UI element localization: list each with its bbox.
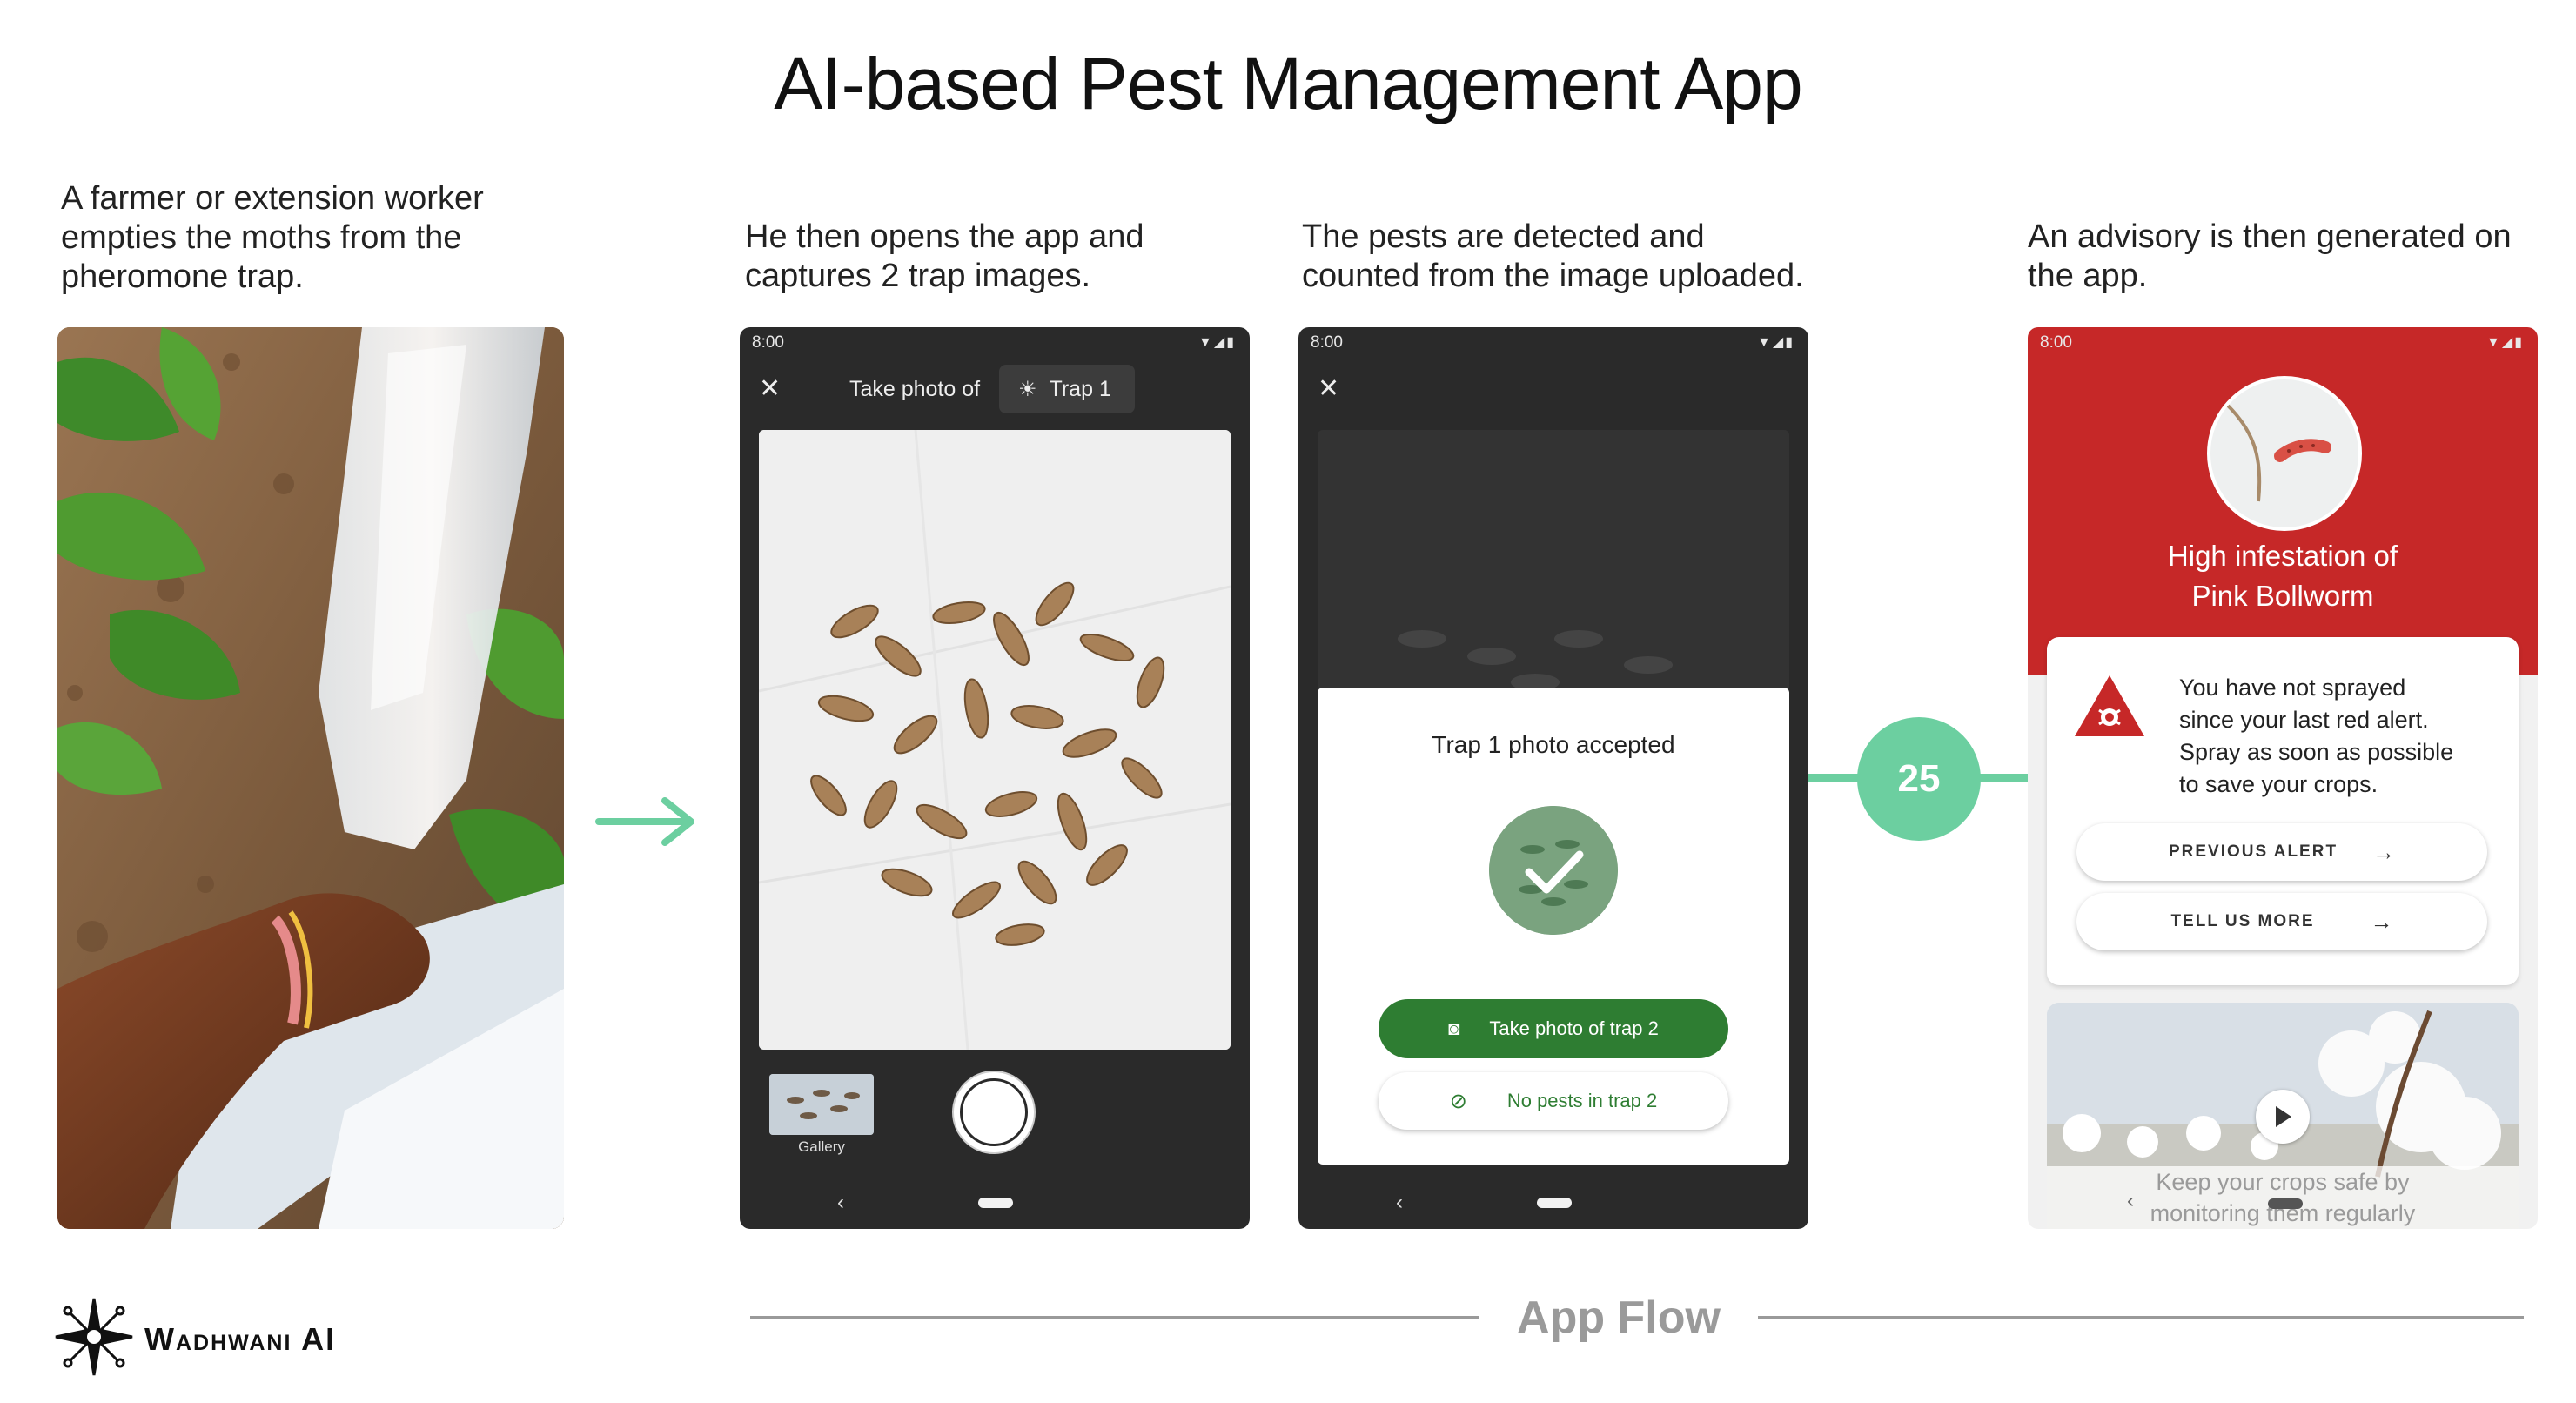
video-caption: Keep your crops safe by monitoring them … xyxy=(2047,1166,2519,1229)
close-icon[interactable]: ✕ xyxy=(759,376,785,402)
no-bug-icon: ⊘ xyxy=(1449,1089,1467,1113)
signal-battery-icon: ▼◢▮ xyxy=(1757,335,1794,350)
accepted-check-icon xyxy=(1489,806,1618,935)
phone-advisory-screen: 8:00 ▼◢▮ High infestation of Pink Bollwo… xyxy=(2028,327,2538,1229)
back-nav-icon[interactable]: ‹ xyxy=(837,1191,844,1215)
gallery-label: Gallery xyxy=(798,1138,845,1155)
home-pill[interactable] xyxy=(978,1198,1013,1208)
brand-name: Wadhwani AI xyxy=(144,1321,337,1357)
trap-selector-chip[interactable]: ☀ Trap 1 xyxy=(999,365,1135,413)
take-photo-trap2-button[interactable]: ◙ Take photo of trap 2 xyxy=(1379,999,1728,1058)
play-icon[interactable] xyxy=(2256,1090,2310,1144)
page-title: AI-based Pest Management App xyxy=(774,43,1802,124)
bug-icon: ☀ xyxy=(1018,377,1037,401)
status-bar: 8:00 ▼◢▮ xyxy=(1311,333,1794,352)
alert-card: You have not sprayed since your last red… xyxy=(2047,637,2519,985)
farmer-trap-photo xyxy=(57,327,564,1229)
arrow-right-icon: → xyxy=(2370,908,2393,935)
step3-caption: The pests are detected and counted from … xyxy=(1302,218,1804,294)
gallery-thumbnail[interactable] xyxy=(769,1074,874,1135)
step2-caption: He then opens the app and captures 2 tra… xyxy=(745,218,1144,294)
home-pill[interactable] xyxy=(1537,1198,1572,1208)
dimmed-photo-preview xyxy=(1318,430,1789,691)
previous-alert-button[interactable]: PREVIOUS ALERT → xyxy=(2076,823,2487,881)
alert-message: You have not sprayed since your last red… xyxy=(2179,675,2454,797)
video-card[interactable]: Keep your crops safe by monitoring them … xyxy=(2047,1003,2519,1229)
warning-bug-icon xyxy=(2073,674,2146,738)
tell-us-more-button[interactable]: TELL US MORE → xyxy=(2076,893,2487,950)
signal-battery-icon: ▼◢▮ xyxy=(2486,335,2524,350)
back-nav-icon[interactable]: ‹ xyxy=(2127,1189,2134,1213)
pest-count-badge: 25 xyxy=(1857,717,1981,841)
signal-battery-icon: ▼◢▮ xyxy=(1198,335,1236,350)
infestation-title: High infestation of Pink Bollworm xyxy=(2167,540,2398,612)
phone-camera-screen: 8:00 ▼◢▮ ✕ Take photo of ☀ Trap 1 Galler… xyxy=(740,327,1250,1229)
app-flow-label: App Flow xyxy=(1517,1292,1721,1343)
wadhwani-logo-icon xyxy=(52,1295,136,1379)
step1-caption: A farmer or extension worker empties the… xyxy=(61,180,484,295)
close-icon[interactable]: ✕ xyxy=(1318,376,1344,402)
system-nav-bar: ‹ xyxy=(740,1177,1250,1229)
camera-viewfinder xyxy=(759,430,1231,1050)
flow-arrow-icon xyxy=(595,797,700,846)
system-nav-bar: ‹ xyxy=(1298,1177,1808,1229)
status-bar: 8:00 ▼◢▮ xyxy=(2040,333,2524,352)
back-nav-icon[interactable]: ‹ xyxy=(1396,1191,1403,1215)
no-pests-trap2-button[interactable]: ⊘ No pests in trap 2 xyxy=(1379,1072,1728,1130)
footer-divider-right xyxy=(1758,1316,2524,1319)
camera-icon: ◙ xyxy=(1448,1017,1460,1039)
dialog-title: Trap 1 photo accepted xyxy=(1432,731,1675,758)
phone-accepted-screen: 8:00 ▼◢▮ ✕ Trap 1 photo accepted ◙ Take … xyxy=(1298,327,1808,1229)
accepted-dialog: Trap 1 photo accepted ◙ Take photo of tr… xyxy=(1318,688,1789,1165)
footer-divider-left xyxy=(750,1316,1479,1319)
shutter-button[interactable] xyxy=(954,1072,1034,1152)
step4-caption: An advisory is then generated on the app… xyxy=(2028,218,2512,294)
pest-photo-avatar xyxy=(2207,376,2362,531)
status-bar: 8:00 ▼◢▮ xyxy=(752,333,1236,352)
arrow-right-icon: → xyxy=(2372,838,2396,865)
take-photo-prompt: Take photo of xyxy=(849,377,981,401)
home-pill[interactable] xyxy=(2268,1198,2303,1209)
